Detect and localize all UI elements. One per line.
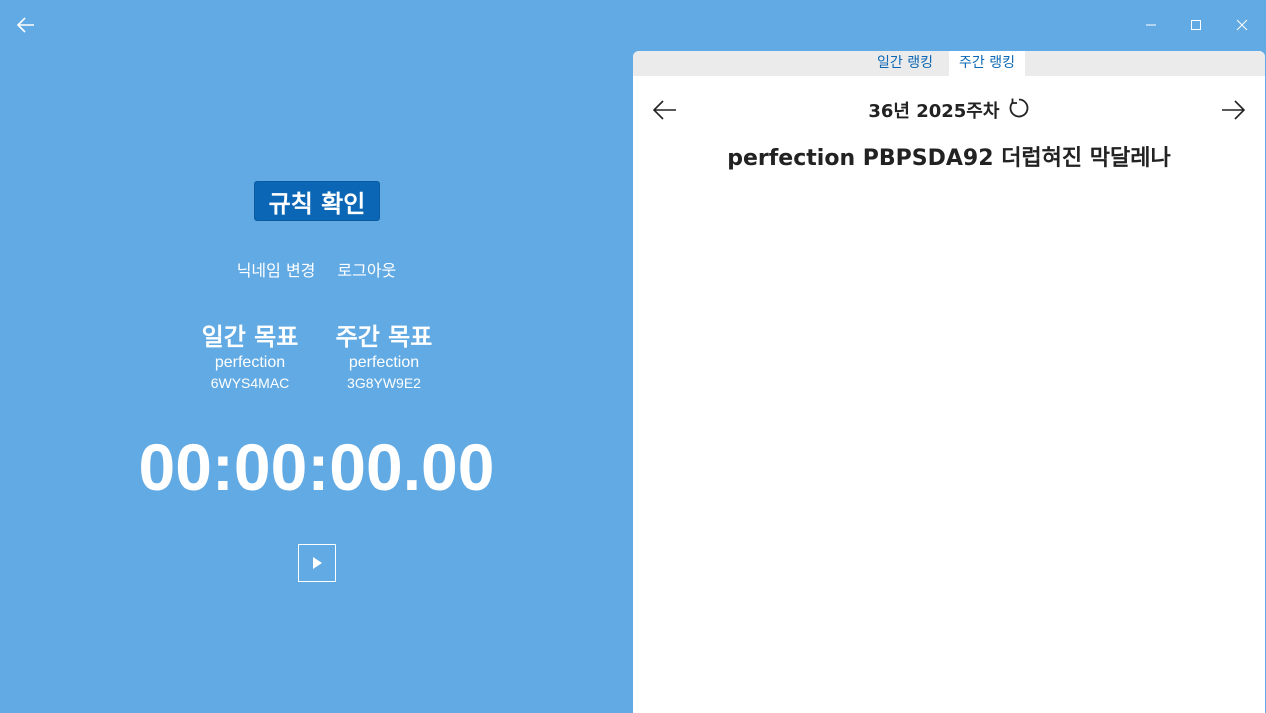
maximize-icon	[1191, 20, 1201, 30]
daily-goal: 일간 목표 perfection 6WYS4MAC	[180, 322, 320, 394]
title-bar	[0, 0, 1266, 50]
play-icon	[313, 557, 322, 569]
arrow-right-icon	[1222, 100, 1245, 120]
logout-link[interactable]: 로그아웃	[337, 257, 396, 281]
maximize-button[interactable]	[1181, 10, 1211, 40]
daily-goal-title: 일간 목표	[201, 323, 299, 351]
weekly-goal: 주간 목표 perfection 3G8YW9E2	[314, 322, 454, 394]
minimize-button[interactable]	[1136, 10, 1166, 40]
weekly-goal-name: perfection	[348, 354, 420, 371]
ranking-tabs: 일간 랭킹 주간 랭킹	[633, 51, 1265, 76]
weekly-goal-code: 3G8YW9E2	[347, 375, 421, 391]
week-header: 36년 2025주차	[633, 97, 1265, 127]
timer-display: 00:00:00.00	[138, 430, 495, 504]
arrow-left-icon	[17, 17, 34, 33]
daily-goal-name: perfection	[214, 354, 286, 371]
close-icon	[1236, 19, 1248, 31]
minimize-icon	[1146, 24, 1156, 26]
ranking-panel: 일간 랭킹 주간 랭킹 36년 2025주차 perfection PBPSDA…	[633, 51, 1265, 713]
next-week-button[interactable]	[1218, 96, 1248, 124]
week-label: 36년 2025주차	[868, 101, 1000, 122]
daily-goal-code: 6WYS4MAC	[210, 375, 290, 391]
play-button[interactable]	[298, 544, 336, 582]
refresh-button[interactable]	[1008, 97, 1030, 127]
close-button[interactable]	[1227, 10, 1257, 40]
tab-weekly-ranking[interactable]: 주간 랭킹	[949, 51, 1025, 76]
tab-daily-ranking[interactable]: 일간 랭킹	[867, 51, 943, 76]
rules-button[interactable]: 규칙 확인	[254, 181, 380, 221]
left-pane: 규칙 확인 닉네임 변경 로그아웃 일간 목표 perfection 6WYS4…	[0, 50, 633, 713]
change-nickname-link[interactable]: 닉네임 변경	[237, 257, 316, 281]
back-button[interactable]	[14, 13, 38, 37]
weekly-goal-title: 주간 목표	[335, 323, 433, 351]
ranking-entry: perfection PBPSDA92 더럽혀진 막달레나	[727, 146, 1171, 171]
refresh-icon	[1009, 98, 1028, 118]
account-links: 닉네임 변경 로그아웃	[0, 257, 633, 281]
